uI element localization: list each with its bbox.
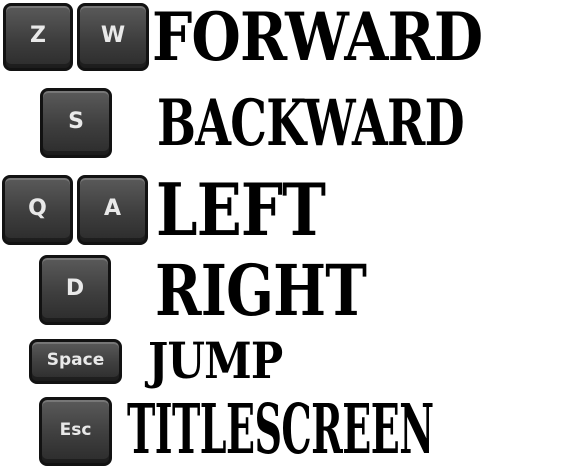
- key-a: A: [77, 175, 148, 245]
- key-esc-label: Esc: [59, 419, 92, 440]
- key-s: S: [40, 88, 112, 158]
- action-jump: JUMP: [148, 331, 283, 390]
- action-titlescreen: TITLESCREEN: [127, 390, 434, 470]
- key-z: Z: [3, 3, 73, 71]
- action-left: LEFT: [156, 167, 326, 252]
- key-esc: Esc: [39, 397, 112, 466]
- key-s-label: S: [68, 108, 84, 134]
- key-z-label: Z: [30, 22, 46, 48]
- key-d: D: [39, 255, 111, 325]
- key-q: Q: [2, 175, 73, 245]
- action-right: RIGHT: [155, 249, 367, 332]
- action-backward: BACKWARD: [157, 86, 465, 161]
- key-q-label: Q: [28, 195, 47, 221]
- key-space: Space: [29, 339, 122, 384]
- key-d-label: D: [65, 275, 85, 301]
- action-forward: FORWARD: [152, 0, 483, 76]
- key-a-label: A: [103, 195, 122, 221]
- key-w: W: [77, 3, 149, 71]
- key-w-label: W: [100, 22, 126, 48]
- key-space-label: Space: [46, 349, 105, 370]
